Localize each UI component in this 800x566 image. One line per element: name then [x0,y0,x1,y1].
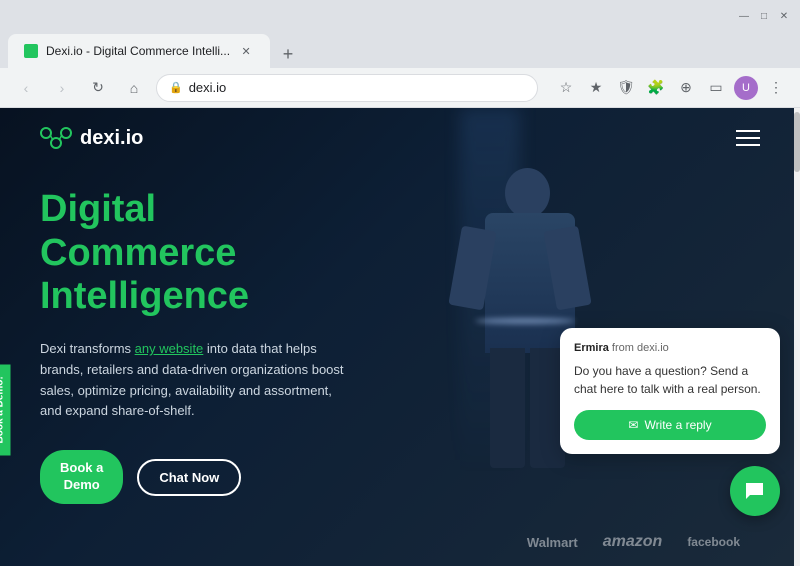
reply-icon: ✉ [628,418,638,432]
active-tab[interactable]: Dexi.io - Digital Commerce Intelli... ✕ [8,34,270,68]
new-tab-button[interactable]: + [274,40,302,68]
hero-description: Dexi transforms any website into data th… [40,339,350,422]
chat-widget: Ermira from dexi.io Do you have a questi… [560,328,780,516]
cta-buttons: Book a Demo Chat Now [40,450,350,504]
window-controls: — □ ✕ [736,8,792,24]
chat-message: Do you have a question? Send a chat here… [574,362,766,398]
facebook-logo: facebook [687,535,740,549]
shield-icon[interactable]: 🛡 [614,76,638,100]
more-icon[interactable]: ⊕ [674,76,698,100]
chat-bubble-icon [743,479,767,503]
cast-icon[interactable]: ▭ [704,76,728,100]
close-button[interactable]: ✕ [776,8,792,24]
chat-agent-info: Ermira from dexi.io [574,342,766,354]
refresh-button[interactable]: ↻ [84,74,112,102]
address-bar[interactable]: 🔒 dexi.io [156,74,538,102]
hamburger-line-3 [736,144,760,146]
site-navigation: dexi.io [0,108,800,168]
tab-favicon [24,44,38,58]
maximize-button[interactable]: □ [756,8,772,24]
website-content: dexi.io Digital Commerce Intelligence De… [0,108,800,566]
bookmark-icon[interactable]: ☆ [554,76,578,100]
chat-popup: Ermira from dexi.io Do you have a questi… [560,328,780,454]
hero-title: Digital Commerce Intelligence [40,188,350,319]
url-display: dexi.io [189,80,227,95]
browser-actions: ☆ ★ 🛡 🧩 ⊕ ▭ U ⋮ [554,76,788,100]
walmart-logo: Walmart [527,535,578,550]
extension-icon[interactable]: 🧩 [644,76,668,100]
tab-bar: Dexi.io - Digital Commerce Intelli... ✕ … [0,32,800,68]
back-button[interactable]: ‹ [12,74,40,102]
write-reply-button[interactable]: ✉ Write a reply [574,410,766,440]
hamburger-line-2 [736,137,760,139]
home-button[interactable]: ⌂ [120,74,148,102]
hero-section: Digital Commerce Intelligence Dexi trans… [40,188,350,504]
title-bar: — □ ✕ [0,0,800,32]
minimize-button[interactable]: — [736,8,752,24]
amazon-logo: amazon [603,533,663,551]
lock-icon: 🔒 [169,81,183,94]
tab-title: Dexi.io - Digital Commerce Intelli... [46,44,230,58]
partner-logos: Walmart amazon facebook [527,533,740,551]
page-scrollbar[interactable] [794,108,800,566]
hamburger-menu[interactable] [736,130,760,146]
site-logo[interactable]: dexi.io [40,127,143,150]
chat-bubble-button[interactable] [730,466,780,516]
logo-text: dexi.io [80,127,143,150]
tab-close-button[interactable]: ✕ [238,43,254,59]
chat-now-button[interactable]: Chat Now [137,459,241,496]
hamburger-line-1 [736,130,760,132]
book-demo-banner[interactable]: Book a Demo! [0,364,11,455]
address-bar-row: ‹ › ↻ ⌂ 🔒 dexi.io ☆ ★ 🛡 🧩 ⊕ ▭ U ⋮ [0,68,800,108]
user-avatar[interactable]: U [734,76,758,100]
menu-icon[interactable]: ⋮ [764,76,788,100]
book-demo-button[interactable]: Book a Demo [40,450,123,504]
logo-icon [40,127,72,149]
star-icon[interactable]: ★ [584,76,608,100]
browser-frame: — □ ✕ Dexi.io - Digital Commerce Intelli… [0,0,800,566]
forward-button[interactable]: › [48,74,76,102]
